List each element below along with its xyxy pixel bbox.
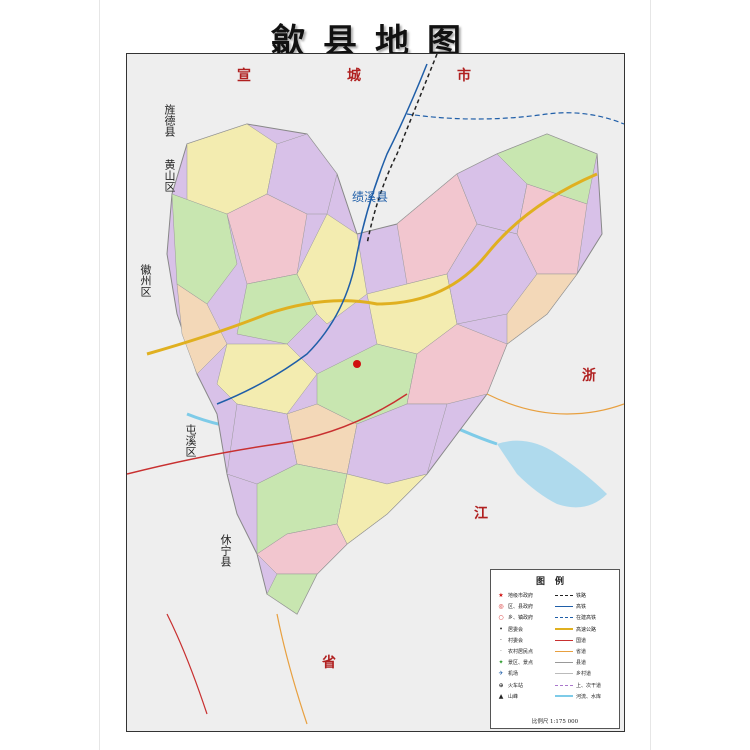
county-seat-marker[interactable]	[353, 360, 361, 368]
region-label-huangshan: 黄山区	[163, 159, 176, 192]
circle-icon: ○	[498, 614, 504, 622]
mountain-icon: ▲	[498, 692, 504, 700]
region-label-jixi: 绩溪县	[352, 190, 389, 204]
region-label-zhejiang-1: 浙	[582, 368, 596, 384]
legend-left-column: ★ 地级市政府 ◎ 区、县政府 ○ 乡、镇政府 • 居委会 · 村委会 · 农村居民点 ✦ 景…	[497, 590, 533, 702]
national-road-icon	[555, 639, 573, 641]
legend-item: ▲ 山峰	[498, 692, 519, 700]
legend-item: 乡村道	[555, 668, 601, 679]
legend-item: ★ 地级市政府	[498, 592, 534, 600]
county-road-icon	[555, 662, 573, 664]
region-label-zhejiang-3: 省	[322, 655, 336, 671]
legend-item: 在建高铁	[555, 612, 601, 623]
legend-item: 高速公路	[555, 624, 601, 635]
railway-icon	[555, 595, 573, 597]
legend-title: 图例	[535, 577, 574, 587]
water-icon	[555, 695, 573, 698]
legend-item: 省道	[555, 646, 601, 657]
circle-dot-icon: ◎	[498, 603, 504, 611]
legend-item: ✈ 机场	[498, 670, 519, 678]
legend-item: ✦ 景区、景点	[498, 659, 534, 667]
legend-item: 铁路	[555, 590, 601, 601]
region-label-xuancheng-2: 城	[347, 68, 361, 84]
region-label-jingde: 旌德县	[163, 104, 176, 137]
legend-right-column: 铁路 高铁 在建高铁 高速公路 国道 省道 县道 乡村道 上、次干道 河流、水库	[555, 590, 601, 702]
tiny-dot-icon: ·	[500, 648, 502, 656]
region-label-xuancheng-3: 市	[457, 68, 471, 84]
legend-item: 上、次干道	[555, 680, 601, 691]
airport-icon: ✈	[498, 670, 504, 678]
legend-item: • 居委会	[497, 624, 533, 635]
township-road-icon	[555, 673, 573, 675]
legend-item: · 农村居民点	[497, 646, 533, 657]
provincial-road-icon	[555, 651, 573, 653]
legend-item: 河流、水库	[555, 691, 601, 702]
boundary-icon	[555, 684, 573, 686]
legend-item: 县道	[555, 657, 601, 668]
map-legend: 图例 ★ 地级市政府 ◎ 区、县政府 ○ 乡、镇政府 • 居委会 · 村委会 · 农村居民点…	[490, 569, 620, 729]
expressway-icon	[555, 628, 573, 631]
legend-item: ⊕ 火车站	[498, 681, 524, 689]
dot-icon: •	[499, 625, 503, 633]
train-station-icon: ⊕	[498, 681, 504, 689]
region-label-xuancheng-1: 宣	[237, 68, 251, 84]
star-icon: ★	[498, 592, 504, 600]
region-label-zhejiang-2: 江	[474, 506, 488, 522]
scenic-icon: ✦	[498, 659, 504, 667]
legend-item: ○ 乡、镇政府	[498, 614, 534, 622]
small-dot-icon: ·	[500, 636, 502, 644]
legend-item: ◎ 区、县政府	[498, 603, 534, 611]
high-speed-rail-icon	[555, 606, 573, 608]
scale-bar-label: 比例尺 1:175 000	[531, 719, 579, 725]
region-label-huizhou: 徽州区	[139, 264, 152, 297]
legend-item: 高铁	[555, 601, 601, 612]
region-label-tunxi: 屯溪区	[184, 424, 197, 457]
region-label-xiuning: 休宁县	[219, 534, 232, 567]
legend-item: 国道	[555, 635, 601, 646]
legend-item: · 村委会	[497, 635, 533, 646]
planned-rail-icon	[555, 617, 573, 619]
